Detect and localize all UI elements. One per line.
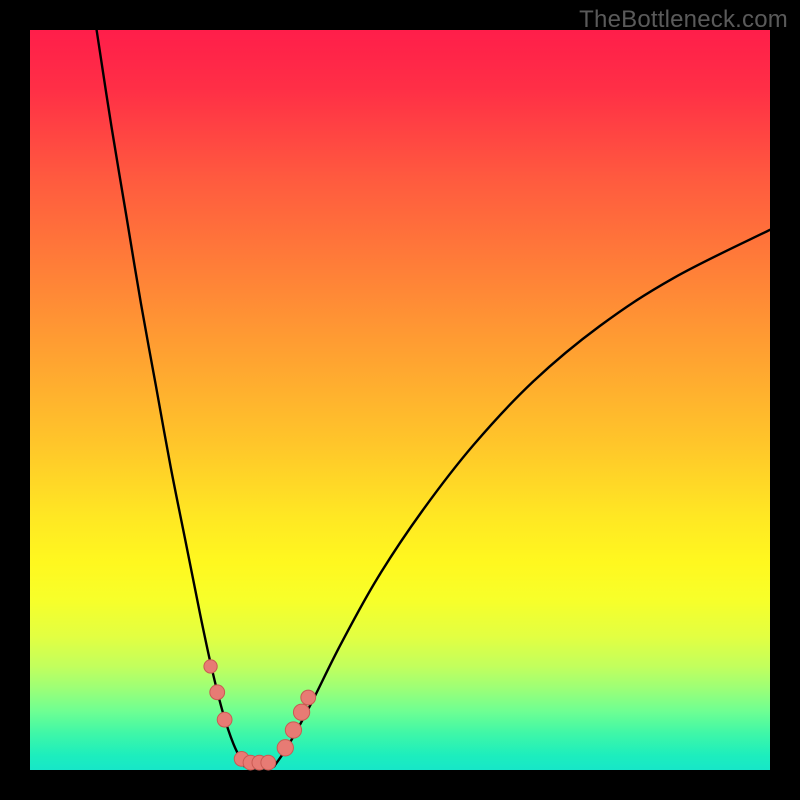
marker-dot (204, 660, 217, 673)
marker-dot (293, 704, 309, 720)
marker-dot (277, 740, 293, 756)
chart-frame: TheBottleneck.com (0, 0, 800, 800)
plot-area (30, 30, 770, 770)
left-branch-curve (97, 30, 245, 766)
marker-dot (217, 712, 232, 727)
marker-dot (261, 755, 276, 770)
right-branch-curve (274, 230, 770, 767)
marker-dot (210, 685, 225, 700)
markers-group (204, 660, 316, 770)
curve-svg (30, 30, 770, 770)
marker-dot (285, 722, 301, 738)
marker-dot (301, 690, 316, 705)
